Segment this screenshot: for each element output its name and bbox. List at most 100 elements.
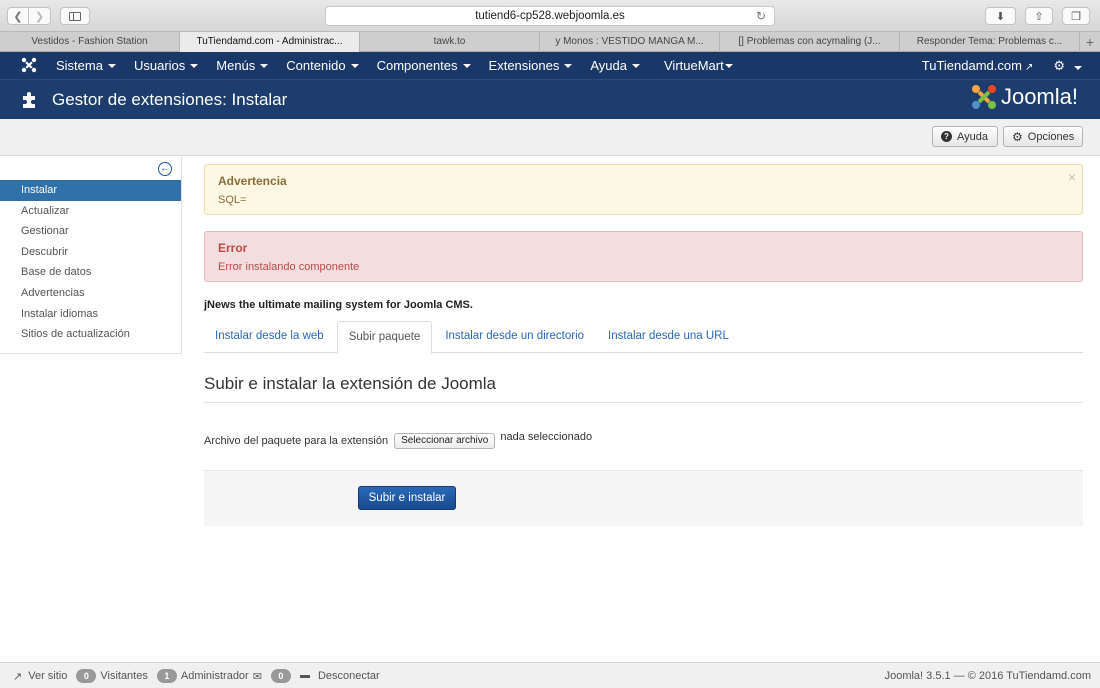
close-icon[interactable]: ×	[1068, 169, 1076, 185]
gear-icon: ⚙	[1012, 129, 1023, 144]
back-button[interactable]: ❮	[7, 7, 29, 25]
menu-virtuemart[interactable]: VirtueMart	[655, 58, 742, 73]
browser-tab[interactable]: Responder Tema: Problemas c...	[900, 32, 1080, 52]
sidebar-item-sitios-actualizacion[interactable]: Sitios de actualización	[0, 324, 181, 345]
warning-message: SQL=	[218, 194, 247, 206]
visitors-label: Visitantes	[100, 670, 148, 682]
history-nav: ❮ ❯	[7, 7, 51, 25]
user-menu[interactable]: ⚙	[1053, 58, 1082, 74]
visitors-badge: 0	[76, 669, 97, 683]
collapse-sidebar-icon[interactable]: ←	[158, 162, 172, 176]
sidebar-item-instalar-idiomas[interactable]: Instalar idiomas	[0, 304, 181, 325]
caret-down-icon	[564, 63, 573, 68]
download-icon: ⬇	[995, 10, 1006, 23]
sidebar-icon	[69, 11, 81, 21]
caret-down-icon	[350, 63, 359, 68]
forward-button[interactable]: ❯	[29, 7, 51, 25]
site-link[interactable]: TuTiendamd.com ↗	[922, 58, 1034, 73]
menu-label: Contenido	[286, 58, 346, 73]
error-title: Error	[218, 241, 248, 255]
tab-install-directory[interactable]: Instalar desde un directorio	[434, 321, 595, 353]
envelope-icon[interactable]: ✉	[253, 670, 262, 683]
page-header: Gestor de extensiones: Instalar Joomla!	[0, 79, 1100, 119]
tab-install-url[interactable]: Instalar desde una URL	[597, 321, 740, 353]
joomla-logo-icon[interactable]	[21, 57, 37, 73]
menu-usuarios[interactable]: Usuarios	[125, 58, 207, 73]
admin-badge: 1	[156, 669, 177, 683]
error-alert: Error Error instalando componente	[204, 231, 1083, 282]
warning-title: Advertencia	[218, 174, 287, 188]
menu-contenido[interactable]: Contenido	[277, 58, 367, 73]
section-title: Subir e instalar la extensión de Joomla	[204, 374, 1083, 403]
question-icon: ?	[941, 131, 952, 142]
address-bar[interactable]: tutiend6-cp528.webjoomla.es ↻	[325, 6, 775, 26]
tabs-overview-button[interactable]: ❐	[1062, 7, 1090, 25]
menu-componentes[interactable]: Componentes	[368, 58, 480, 73]
menu-ayuda[interactable]: Ayuda	[581, 58, 649, 73]
browser-tab[interactable]: Vestidos - Fashion Station	[0, 32, 180, 52]
tab-upload-package[interactable]: Subir paquete	[336, 321, 433, 354]
menu-extensiones[interactable]: Extensiones	[480, 58, 582, 73]
browser-tab[interactable]: tawk.to	[360, 32, 540, 52]
submenu-sidebar: ← Instalar Actualizar Gestionar Descubri…	[0, 157, 182, 354]
sidebar-item-base-de-datos[interactable]: Base de datos	[0, 262, 181, 283]
upload-install-button[interactable]: Subir e instalar	[358, 486, 456, 510]
install-tabs: Instalar desde la web Subir paquete Inst…	[204, 321, 1083, 354]
browser-tab[interactable]: [] Problemas con acymaling (J...	[720, 32, 900, 52]
file-label: Archivo del paquete para la extensión	[204, 434, 389, 447]
menu-label: Ayuda	[590, 58, 627, 73]
options-button[interactable]: ⚙ Opciones	[1003, 126, 1083, 147]
menu-label: Extensiones	[488, 58, 560, 73]
help-label: Ayuda	[957, 130, 988, 143]
browser-tab-active[interactable]: TuTiendamd.com - Administrac...	[180, 32, 360, 52]
messages-badge[interactable]: 0	[270, 669, 291, 683]
main-menu: Sistema Usuarios Menús Contenido Compone…	[47, 52, 742, 79]
caret-down-icon	[462, 63, 471, 68]
choose-file-button[interactable]: Seleccionar archivo	[394, 433, 496, 449]
menu-menus[interactable]: Menús	[207, 58, 277, 73]
sidebar-item-gestionar[interactable]: Gestionar	[0, 221, 181, 242]
download-button[interactable]: ⬇	[985, 7, 1016, 25]
puzzle-icon	[23, 92, 35, 108]
site-link-label: TuTiendamd.com	[921, 58, 1022, 73]
options-label: Opciones	[1027, 130, 1075, 143]
logout-link[interactable]: Desconectar	[318, 670, 380, 682]
menu-label: Menús	[216, 58, 256, 73]
joomla-brand-icon	[971, 85, 996, 109]
navbar-right: TuTiendamd.com ↗ ⚙	[922, 52, 1082, 79]
sidebar-item-instalar[interactable]: Instalar	[0, 180, 181, 201]
sidebar-list: Instalar Actualizar Gestionar Descubrir …	[0, 180, 181, 345]
gear-icon: ⚙	[1053, 57, 1065, 73]
menu-label: Sistema	[56, 58, 103, 73]
sidebar-toggle-button[interactable]	[60, 7, 90, 25]
error-message: Error instalando componente	[218, 261, 360, 273]
minus-icon	[299, 674, 310, 678]
warning-alert: Advertencia SQL= ×	[204, 164, 1083, 215]
external-link-icon: ↗	[1024, 62, 1034, 73]
share-button[interactable]: ⇧	[1025, 7, 1053, 25]
status-left: ↗ Ver sitio 0 Visitantes 1 Administrador…	[13, 669, 380, 683]
admin-navbar: Sistema Usuarios Menús Contenido Compone…	[0, 52, 1100, 79]
sidebar-item-descubrir[interactable]: Descubrir	[0, 242, 181, 263]
reload-icon[interactable]: ↻	[756, 7, 766, 25]
extension-note: jNews the ultimate mailing system for Jo…	[204, 299, 473, 311]
browser-tab[interactable]: y Monos : VESTIDO MANGA M...	[540, 32, 720, 52]
view-site-link[interactable]: Ver sitio	[28, 670, 67, 682]
external-link-icon: ↗	[13, 670, 23, 683]
status-bar: ↗ Ver sitio 0 Visitantes 1 Administrador…	[0, 662, 1100, 688]
new-tab-button[interactable]: +	[1080, 32, 1100, 51]
action-toolbar: ? Ayuda ⚙ Opciones	[0, 119, 1100, 156]
sidebar-item-advertencias[interactable]: Advertencias	[0, 283, 181, 304]
caret-down-icon	[632, 63, 640, 68]
caret-down-icon	[724, 63, 733, 68]
help-button[interactable]: ? Ayuda	[932, 126, 998, 147]
joomla-brand-text: Joomla!	[1000, 84, 1078, 109]
url-text: tutiend6-cp528.webjoomla.es	[475, 10, 625, 22]
caret-down-icon	[107, 63, 116, 68]
sidebar-item-actualizar[interactable]: Actualizar	[0, 201, 181, 222]
caret-down-icon	[1074, 65, 1082, 70]
admin-label: Administrador	[180, 670, 249, 682]
tab-install-web[interactable]: Instalar desde la web	[204, 321, 335, 353]
page-title: Gestor de extensiones: Instalar	[52, 90, 288, 109]
menu-sistema[interactable]: Sistema	[47, 58, 125, 73]
